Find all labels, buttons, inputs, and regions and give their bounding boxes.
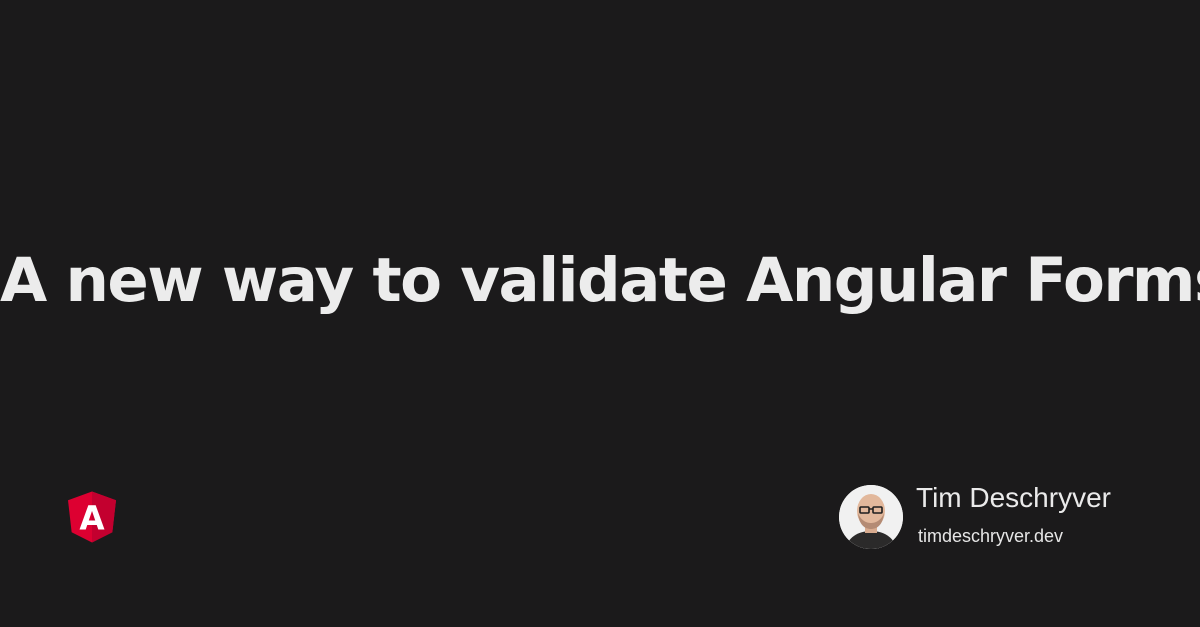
angular-logo-icon: A — [68, 491, 116, 543]
avatar — [839, 485, 903, 549]
social-card: A new way to validate Angular Forms A Ti… — [0, 0, 1200, 627]
logo-letter: A — [79, 500, 105, 538]
author-photo — [839, 485, 903, 549]
author-site: timdeschryver.dev — [918, 526, 1064, 546]
author-name: Tim Deschryver — [916, 482, 1111, 513]
page-title: A new way to validate Angular Forms — [0, 245, 1200, 316]
